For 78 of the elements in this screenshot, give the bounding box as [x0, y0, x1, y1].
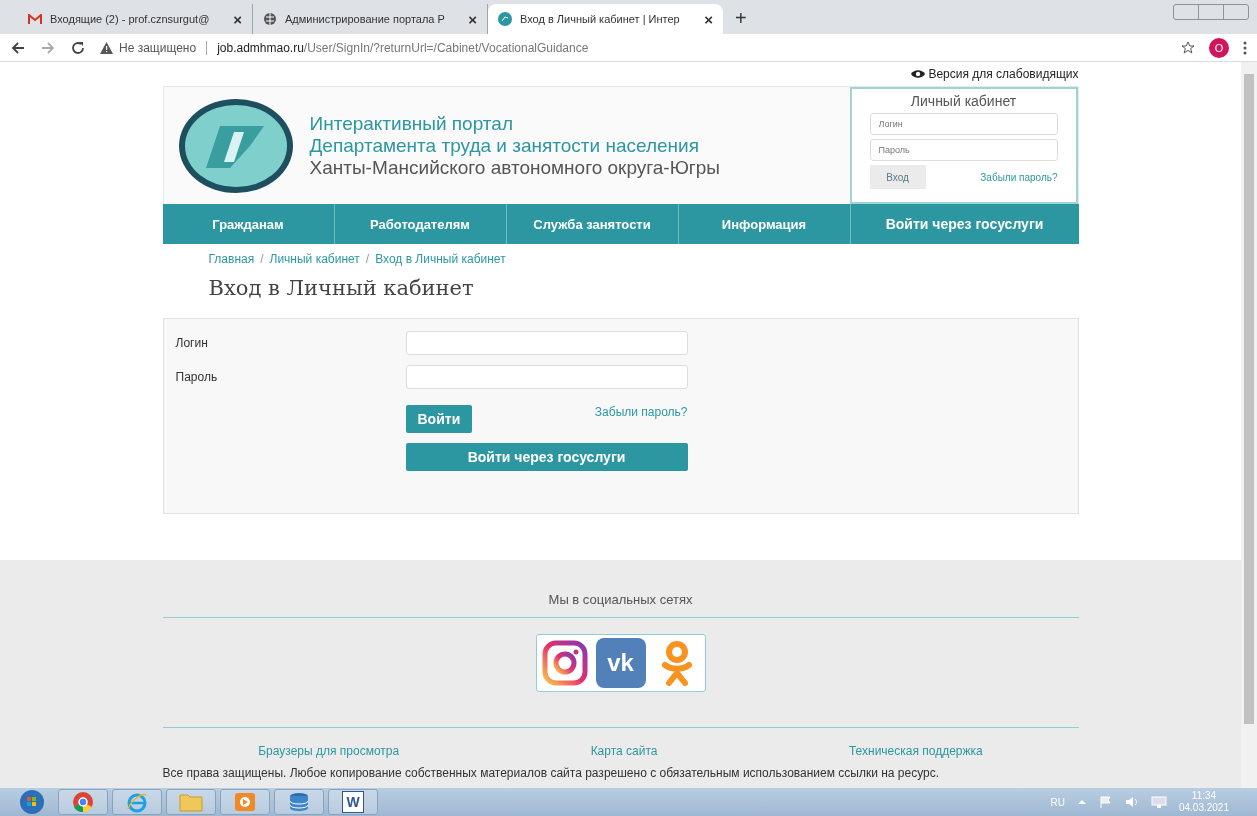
login-panel-title: Личный кабинет	[909, 93, 1018, 109]
submit-button[interactable]: Войти	[405, 405, 473, 433]
breadcrumb-link[interactable]: Вход в Личный кабинет	[375, 252, 506, 266]
windows-orb-icon	[19, 789, 45, 815]
network-icon[interactable]	[1150, 796, 1167, 808]
nav-item[interactable]: Войти через госуслуги	[850, 204, 1079, 244]
input-field[interactable]	[405, 331, 688, 355]
security-label[interactable]: Не защищено	[119, 40, 197, 55]
tab-title: Администрирование портала Р	[285, 13, 446, 25]
url-text[interactable]: job.admhmao.ru/User/SignIn/?returnUrl=/Cabinet/VocationalGuidance	[217, 40, 589, 55]
social-title: Мы в социальных сетях	[162, 592, 1079, 618]
language-indicator[interactable]: RU	[1050, 796, 1065, 808]
nav-item[interactable]: Информация	[678, 204, 851, 244]
copyright-text: Все права защищены. Любое копирование собственных материалов сайта разрешено с обязательным использованием ссылки на ресурс.	[162, 766, 941, 780]
browser-tab[interactable]: Входящие (2) - prof.cznsurgut@ ×	[18, 4, 253, 34]
media-player-icon	[234, 792, 256, 812]
nav-item[interactable]: Служба занятости	[506, 204, 679, 244]
clock[interactable]: 11:34 04.03.2021	[1178, 790, 1229, 814]
globe-icon	[263, 12, 277, 26]
vk-icon[interactable]: vk	[595, 638, 646, 688]
input-field[interactable]	[405, 365, 688, 389]
accessibility-link[interactable]: Версия для слабовидящих	[928, 67, 1079, 81]
footer-link[interactable]: Браузеры для просмотра	[258, 744, 400, 758]
footer-link[interactable]: Техническая поддержка	[848, 744, 983, 758]
gosuslugi-button[interactable]: Войти через госуслуги	[405, 443, 688, 471]
login-button[interactable]: Вход	[869, 165, 926, 189]
flag-icon[interactable]	[1098, 796, 1113, 808]
password-input[interactable]: Пароль	[869, 139, 1058, 161]
clock-date: 04.03.2021	[1178, 802, 1229, 814]
database-icon	[288, 791, 310, 813]
star-icon[interactable]	[1181, 40, 1195, 55]
tab-title: Входящие (2) - prof.cznsurgut@	[50, 13, 211, 25]
folder-icon	[179, 792, 203, 812]
ie-icon	[126, 791, 148, 813]
portal-title-line: Интерактивный портал	[309, 112, 514, 135]
breadcrumb-separator: /	[365, 252, 370, 266]
window-controls[interactable]	[1173, 4, 1249, 20]
breadcrumb-link[interactable]: Главная	[208, 252, 255, 266]
site-logo-icon	[498, 12, 512, 26]
portal-title-line: Департамента труда и занятости населения	[309, 134, 700, 157]
reload-icon[interactable]	[70, 39, 86, 56]
speaker-icon[interactable]	[1124, 796, 1139, 808]
login-input[interactable]: Логин	[869, 113, 1058, 135]
portal-title-line: Ханты-Мансийского автономного округа-Югры	[309, 156, 721, 179]
field-label: Пароль	[175, 369, 219, 386]
mail-icon	[28, 13, 42, 25]
browser-tab[interactable]: Вход в Личный кабинет | Интер ×	[488, 4, 723, 34]
forward-arrow-icon[interactable]	[40, 39, 56, 56]
warning-icon	[100, 41, 113, 54]
chrome-icon	[72, 791, 94, 813]
close-tab-button[interactable]: ×	[233, 10, 242, 28]
field-label: Логин	[175, 335, 209, 352]
menu-icon[interactable]	[1243, 40, 1247, 55]
forgot-password-link[interactable]: Забыли пароль?	[594, 405, 688, 419]
taskbar-button[interactable]	[166, 789, 216, 815]
word-icon: W	[342, 791, 364, 813]
taskbar-button[interactable]	[220, 789, 270, 815]
eye-icon	[911, 69, 926, 79]
caret-icon[interactable]	[1076, 798, 1087, 806]
footer-link[interactable]: Карта сайта	[590, 744, 658, 758]
taskbar-button[interactable]: W	[328, 789, 378, 815]
page-heading: Вход в Личный кабинет	[208, 276, 475, 300]
taskbar-button[interactable]	[274, 789, 324, 815]
close-tab-button[interactable]: ×	[468, 10, 477, 28]
nav-item[interactable]: Работодателям	[334, 204, 507, 244]
breadcrumb-separator: /	[260, 252, 264, 266]
taskbar-button[interactable]	[112, 789, 162, 815]
taskbar-button[interactable]	[58, 789, 108, 815]
scrollbar[interactable]	[1241, 62, 1257, 788]
close-tab-button[interactable]: ×	[704, 10, 713, 28]
back-arrow-icon[interactable]	[10, 39, 26, 56]
profile-avatar[interactable]: O	[1209, 37, 1229, 58]
nav-item[interactable]: Гражданам	[162, 204, 335, 244]
clock-time: 11:34	[1191, 790, 1217, 802]
breadcrumb-link[interactable]: Личный кабинет	[269, 252, 360, 266]
forgot-password-link[interactable]: Забыли пароль?	[980, 171, 1058, 183]
tab-title: Вход в Личный кабинет | Интер	[520, 13, 681, 25]
new-tab-button[interactable]: +	[723, 7, 759, 34]
